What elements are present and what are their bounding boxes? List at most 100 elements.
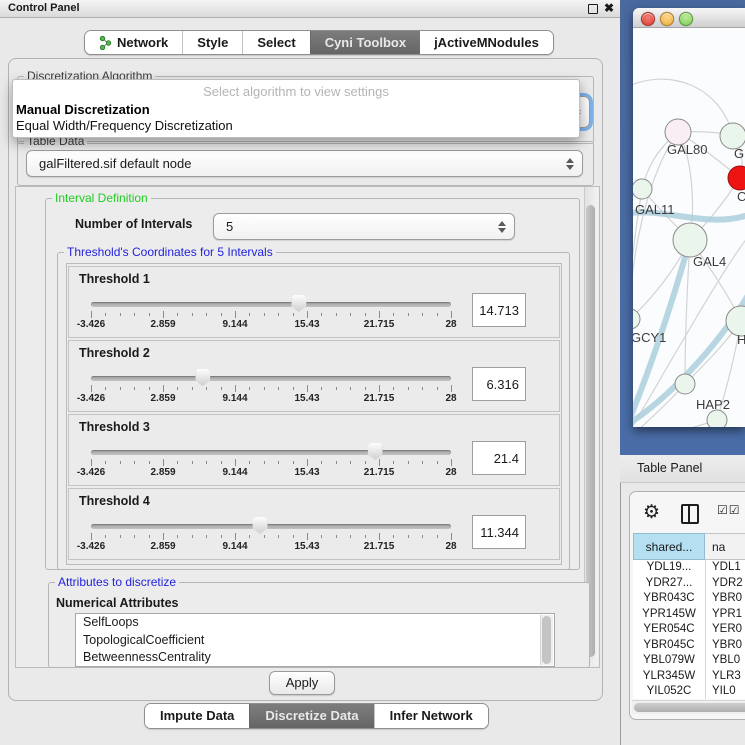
attribute-list-item[interactable]: SelfLoops xyxy=(76,614,554,632)
apply-button[interactable]: Apply xyxy=(269,671,335,695)
cell-shared-name[interactable]: YDR27... xyxy=(633,576,705,592)
cell-shared-name[interactable]: YER054C xyxy=(633,622,705,638)
tab-network[interactable]: Network xyxy=(85,31,182,54)
network-node[interactable] xyxy=(675,374,695,394)
numerical-attributes-list[interactable]: SelfLoopsTopologicalCoefficientBetweenne… xyxy=(75,613,555,667)
close-traffic-light[interactable] xyxy=(641,12,655,26)
tick-mark xyxy=(365,387,366,390)
threshold-3-slider[interactable]: -3.4262.8599.14415.4321.71528 xyxy=(91,445,451,483)
cell-name[interactable]: YER0 xyxy=(705,622,742,638)
tick-mark xyxy=(264,461,265,464)
table-row[interactable]: YER054CYER0 xyxy=(633,622,745,638)
horizontal-scrollbar[interactable] xyxy=(632,700,745,714)
cell-name[interactable]: YDR2 xyxy=(705,576,743,592)
table-row[interactable]: YBL079WYBL0 xyxy=(633,653,745,669)
cell-name[interactable]: YBL0 xyxy=(705,653,740,669)
cell-name[interactable]: YDL1 xyxy=(705,560,741,576)
network-graph[interactable]: GAL80GCGAL11GAL4GCY1HHAP2 xyxy=(633,28,745,427)
cell-shared-name[interactable]: YDL19... xyxy=(633,560,705,576)
tick-mark xyxy=(149,387,150,390)
dropdown-option-equal-width[interactable]: Equal Width/Frequency Discretization xyxy=(16,118,233,133)
slider-track[interactable] xyxy=(91,524,451,529)
table-row[interactable]: YDL19...YDL1 xyxy=(633,560,745,576)
network-node[interactable] xyxy=(673,223,707,257)
threshold-4-slider[interactable]: -3.4262.8599.14415.4321.71528 xyxy=(91,519,451,557)
list-scrollbar-thumb[interactable] xyxy=(542,616,551,664)
minimize-traffic-light[interactable] xyxy=(660,12,674,26)
table-row[interactable]: YLR345WYLR3 xyxy=(633,669,745,685)
cell-shared-name[interactable]: YLR345W xyxy=(633,669,705,685)
float-window-icon[interactable] xyxy=(588,4,598,14)
close-icon[interactable]: ✖ xyxy=(604,0,614,17)
network-view-window[interactable]: GAL80GCGAL11GAL4GCY1HHAP2 xyxy=(633,8,745,427)
cell-shared-name[interactable]: YPR145W xyxy=(633,607,705,623)
tick-mark xyxy=(451,385,452,392)
zoom-traffic-light[interactable] xyxy=(679,12,693,26)
cell-shared-name[interactable]: YBR043C xyxy=(633,591,705,607)
network-edge[interactable] xyxy=(633,189,642,408)
network-canvas[interactable]: GAL80GCGAL11GAL4GCY1HHAP2 xyxy=(633,28,745,427)
slider-handle[interactable] xyxy=(253,517,268,534)
network-node[interactable] xyxy=(633,179,652,199)
tab-impute-data[interactable]: Impute Data xyxy=(145,704,249,728)
slider-track[interactable] xyxy=(91,450,451,455)
threshold-3-value-field[interactable]: 21.4 xyxy=(472,441,526,475)
tick-mark xyxy=(120,313,121,316)
settings-gear-icon[interactable]: ⚙ xyxy=(643,500,660,526)
cell-name[interactable]: YIL0 xyxy=(705,684,736,699)
table-row[interactable]: YDR27...YDR2 xyxy=(633,576,745,592)
threshold-4-value-field[interactable]: 11.344 xyxy=(472,515,526,549)
threshold-1-value-field[interactable]: 14.713 xyxy=(472,293,526,327)
table-row[interactable]: YIL052CYIL0 xyxy=(633,684,745,699)
slider-handle[interactable] xyxy=(291,295,306,312)
dropdown-prompt: Select algorithm to view settings xyxy=(13,84,579,99)
slider-handle[interactable] xyxy=(195,369,210,386)
threshold-2-slider[interactable]: -3.4262.8599.14415.4321.71528 xyxy=(91,371,451,409)
select-columns-icon[interactable]: ☑☑ xyxy=(717,503,741,517)
tab-cyni-toolbox[interactable]: Cyni Toolbox xyxy=(310,31,420,54)
number-of-intervals-combo[interactable]: 5 xyxy=(213,213,515,240)
network-edge[interactable] xyxy=(633,132,678,319)
cell-name[interactable]: YPR1 xyxy=(705,607,742,623)
tick-mark xyxy=(350,461,351,464)
slider-track[interactable] xyxy=(91,376,451,381)
attribute-list-item[interactable]: BetweennessCentrality xyxy=(76,649,554,667)
horizontal-scrollbar-thumb[interactable] xyxy=(634,703,745,712)
network-node[interactable] xyxy=(728,166,745,190)
attribute-list-item[interactable]: TopologicalCoefficient xyxy=(76,632,554,650)
table-row[interactable]: YBR043CYBR0 xyxy=(633,591,745,607)
tab-jactivemnodules[interactable]: jActiveMNodules xyxy=(420,31,553,54)
cell-name[interactable]: YBR0 xyxy=(705,638,742,654)
network-node-label: GCY1 xyxy=(633,330,666,345)
cell-shared-name[interactable]: YIL052C xyxy=(633,684,705,699)
dropdown-option-manual[interactable]: Manual Discretization xyxy=(16,102,150,117)
network-node[interactable] xyxy=(707,410,727,427)
tick-mark xyxy=(336,387,337,390)
cell-name[interactable]: YBR0 xyxy=(705,591,742,607)
table-row[interactable]: YBR045CYBR0 xyxy=(633,638,745,654)
tab-style[interactable]: Style xyxy=(182,31,242,54)
network-window-titlebar[interactable] xyxy=(633,8,745,28)
split-columns-icon[interactable] xyxy=(681,504,699,524)
cell-shared-name[interactable]: YBR045C xyxy=(633,638,705,654)
network-node[interactable] xyxy=(633,309,640,329)
tick-mark xyxy=(365,313,366,316)
threshold-1-slider[interactable]: -3.4262.8599.14415.4321.71528 xyxy=(91,297,451,335)
tick-mark xyxy=(365,461,366,464)
cell-shared-name[interactable]: YBL079W xyxy=(633,653,705,669)
table-row[interactable]: YPR145WYPR1 xyxy=(633,607,745,623)
table-data-combo[interactable]: galFiltered.sif default node xyxy=(26,150,583,177)
slider-track[interactable] xyxy=(91,302,451,307)
tab-discretize-data[interactable]: Discretize Data xyxy=(249,704,373,728)
tick-mark xyxy=(293,387,294,390)
cell-name[interactable]: YLR3 xyxy=(705,669,741,685)
tab-infer-network[interactable]: Infer Network xyxy=(374,704,488,728)
slider-handle[interactable] xyxy=(368,443,383,460)
column-header-name[interactable]: na xyxy=(705,533,745,560)
threshold-2-value-field[interactable]: 6.316 xyxy=(472,367,526,401)
tick-mark xyxy=(408,387,409,390)
column-header-shared-name[interactable]: shared... xyxy=(633,533,705,560)
tick-mark xyxy=(393,461,394,464)
tab-select[interactable]: Select xyxy=(242,31,309,54)
list-scrollbar[interactable] xyxy=(540,615,553,665)
